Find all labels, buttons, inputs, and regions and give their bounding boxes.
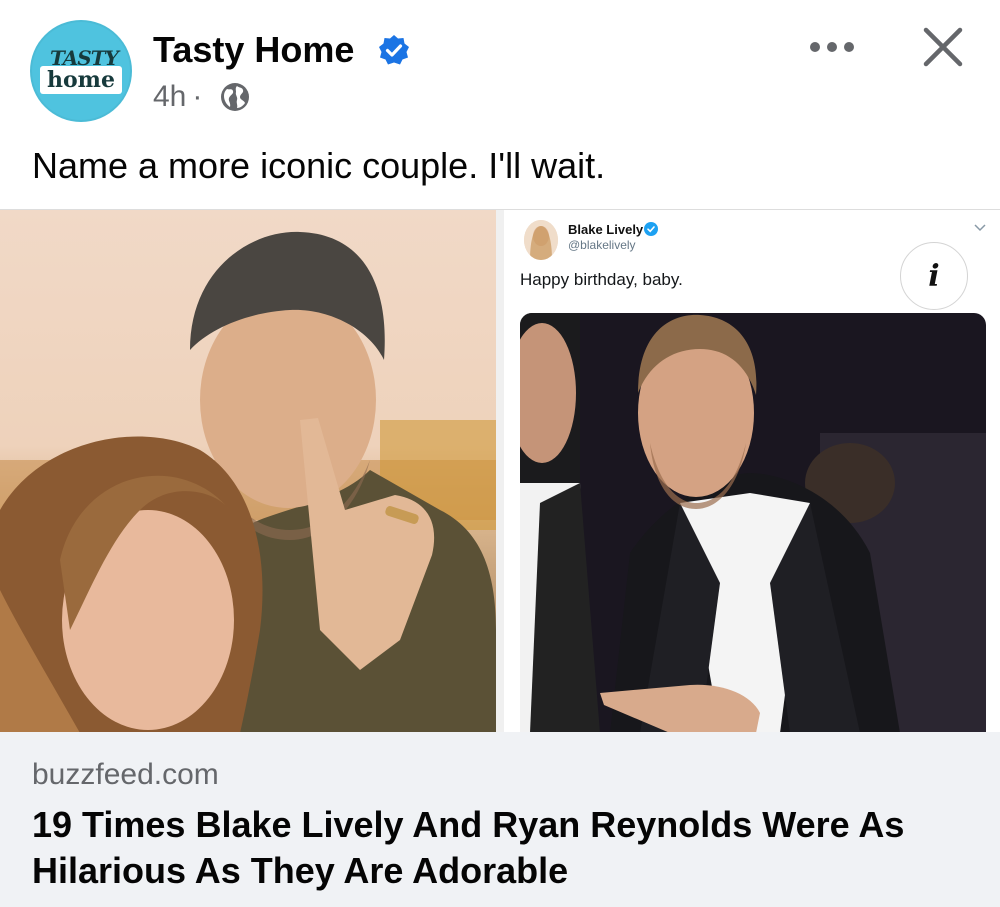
tweet-text: Happy birthday, baby. — [520, 270, 683, 289]
page-avatar[interactable]: TASTY home — [30, 20, 132, 122]
post-media[interactable]: Blake Lively @blakelively Happy birthday… — [0, 209, 1000, 733]
post-meta: 4h · — [153, 78, 208, 116]
link-domain: buzzfeed.com — [32, 758, 219, 791]
post-time[interactable]: 4h — [153, 80, 186, 113]
tweet-author-handle: @blakelively — [568, 238, 636, 252]
page-name[interactable]: Tasty Home — [153, 28, 354, 72]
close-icon[interactable] — [920, 24, 966, 70]
globe-icon[interactable] — [219, 81, 251, 113]
meta-separator: · — [192, 80, 203, 113]
post-text: Name a more iconic couple. I'll wait. — [32, 145, 606, 186]
tweet-photo — [520, 313, 986, 733]
avatar-logo-line2: home — [40, 66, 122, 94]
couple-photo — [0, 210, 496, 733]
tweet-card: Blake Lively @blakelively Happy birthday… — [504, 210, 1000, 733]
info-button[interactable]: i — [900, 242, 968, 310]
link-preview[interactable]: buzzfeed.com 19 Times Blake Lively And R… — [0, 732, 1000, 907]
tweet-avatar — [524, 220, 558, 260]
post-header: TASTY home Tasty Home 4h · — [0, 0, 1000, 140]
verified-badge-icon — [379, 35, 409, 65]
more-options-icon[interactable] — [808, 40, 856, 54]
tweet-author-name: Blake Lively — [568, 222, 644, 237]
tweet-verified-icon — [644, 222, 658, 236]
link-headline[interactable]: 19 Times Blake Lively And Ryan Reynolds … — [32, 802, 972, 894]
chevron-down-icon — [974, 224, 986, 232]
